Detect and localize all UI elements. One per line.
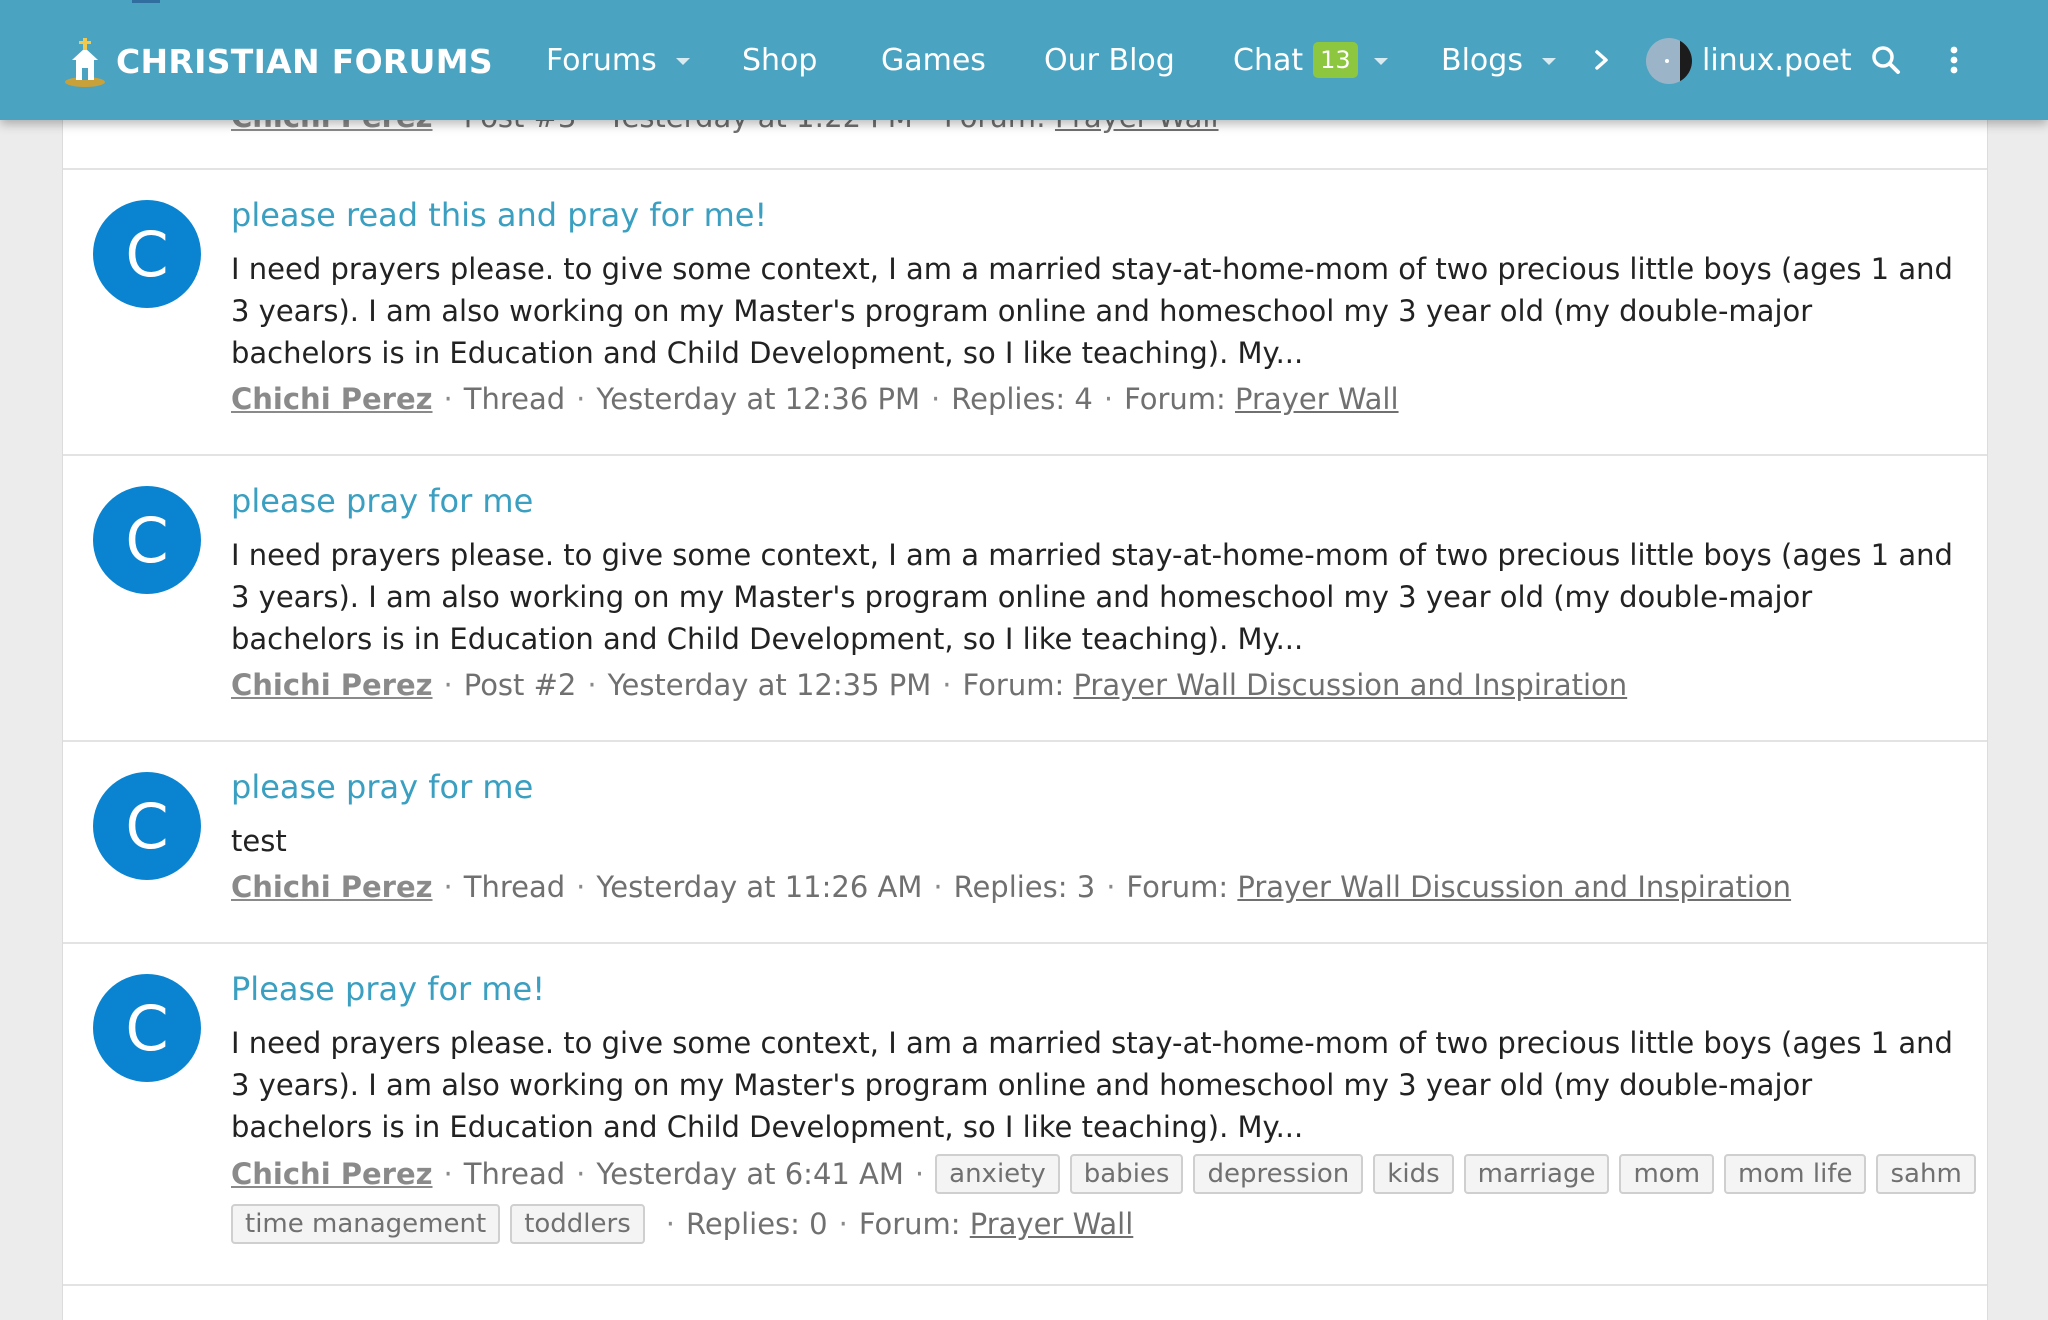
result-replies: Replies: 3 — [953, 870, 1096, 904]
meta-separator: · — [443, 382, 453, 416]
tag-babies[interactable]: babies — [1069, 1154, 1184, 1194]
forum-label: Forum: — [962, 668, 1065, 702]
author-avatar[interactable]: C — [93, 200, 201, 308]
result-time: Yesterday at 11:26 AM — [596, 870, 923, 904]
author-avatar[interactable]: C — [93, 772, 201, 880]
meta-separator: · — [942, 668, 952, 702]
forum-label: Forum: — [858, 1207, 961, 1241]
meta-separator: · — [443, 870, 453, 904]
result-time: Yesterday at 6:41 AM — [596, 1157, 904, 1191]
result-forum-link[interactable]: Prayer Wall Discussion and Inspiration — [1237, 870, 1791, 904]
forum-label: Forum: — [1126, 870, 1229, 904]
nav-chat-label: Chat — [1233, 42, 1304, 78]
church-logo-icon — [65, 38, 105, 87]
forum-label: Forum: — [1124, 382, 1226, 416]
forums-dropdown-icon[interactable] — [676, 58, 690, 65]
meta-separator: · — [576, 870, 586, 904]
more-vertical-icon[interactable] — [1934, 40, 1974, 80]
result-type: Thread — [463, 382, 566, 416]
result-time: Yesterday at 12:36 PM — [596, 382, 921, 416]
meta-separator: · — [931, 382, 941, 416]
result-item: C Please pray for me! I need prayers ple… — [63, 944, 1987, 1286]
result-forum-link[interactable]: Prayer Wall — [1235, 382, 1399, 416]
header-accent-line — [132, 0, 160, 3]
search-icon[interactable] — [1866, 40, 1906, 80]
result-snippet: I need prayers please. to give some cont… — [231, 538, 1953, 656]
meta-separator: · — [1103, 382, 1114, 416]
tag-kids[interactable]: kids — [1373, 1154, 1454, 1194]
result-type: Post #2 — [463, 668, 577, 702]
result-item: C please pray for me I need prayers plea… — [63, 456, 1987, 742]
chevron-right-icon[interactable] — [1582, 40, 1622, 80]
result-type: Thread — [463, 1157, 566, 1191]
meta-separator: · — [933, 870, 943, 904]
tag-toddlers[interactable]: toddlers — [510, 1204, 645, 1244]
blogs-dropdown-icon[interactable] — [1542, 58, 1556, 65]
result-title-link[interactable]: please read this and pray for me! — [231, 196, 767, 234]
meta-separator: · — [914, 1157, 925, 1191]
result-author[interactable]: Chichi Perez — [231, 382, 433, 416]
meta-separator: · — [587, 668, 597, 702]
author-avatar[interactable]: C — [93, 974, 201, 1082]
nav-shop[interactable]: Shop — [742, 0, 817, 120]
result-replies: Replies: 0 — [685, 1207, 828, 1241]
meta-separator: · — [576, 382, 586, 416]
result-snippet: test — [231, 824, 287, 858]
chat-count-badge: 13 — [1313, 42, 1358, 78]
result-author[interactable]: Chichi Perez — [231, 870, 433, 904]
result-meta-continued: time management toddlers · Replies: 0 · … — [231, 1204, 1133, 1244]
tag-mom[interactable]: mom — [1619, 1154, 1715, 1194]
tag-anxiety[interactable]: anxiety — [935, 1154, 1060, 1194]
top-navigation-bar: CHRISTIAN FORUMS Forums Shop Games Our B… — [0, 0, 2048, 120]
avatar-shade — [1680, 38, 1692, 84]
tag-sahm[interactable]: sahm — [1876, 1154, 1976, 1194]
meta-separator: · — [443, 1157, 453, 1191]
author-avatar[interactable]: C — [93, 486, 201, 594]
result-forum-link[interactable]: Prayer Wall — [970, 1207, 1134, 1241]
result-title-link[interactable]: Please pray for me! — [231, 970, 545, 1008]
user-menu-username[interactable]: linux.poet — [1702, 0, 1852, 120]
result-item: C please read this and pray for me! I ne… — [63, 170, 1987, 456]
result-author[interactable]: Chichi Perez — [231, 1157, 433, 1191]
nav-forums[interactable]: Forums — [546, 0, 657, 120]
site-name: CHRISTIAN FORUMS — [116, 41, 493, 81]
tag-marriage[interactable]: marriage — [1463, 1154, 1610, 1194]
result-meta: Chichi Perez · Thread · Yesterday at 12:… — [231, 382, 1399, 416]
result-snippet: I need prayers please. to give some cont… — [231, 1026, 1953, 1144]
meta-separator: · — [665, 1207, 675, 1241]
nav-games[interactable]: Games — [881, 0, 986, 120]
result-meta: Chichi Perez · Thread · Yesterday at 11:… — [231, 870, 1791, 904]
tag-time-management[interactable]: time management — [231, 1204, 501, 1244]
nav-chat[interactable]: Chat 13 — [1233, 0, 1358, 120]
result-meta: Chichi Perez · Post #2 · Yesterday at 12… — [231, 668, 1627, 702]
search-results-list: Chichi Perez · Post #3 · Yesterday at 1:… — [62, 80, 1988, 1320]
result-meta: Chichi Perez · Thread · Yesterday at 6:4… — [231, 1154, 1986, 1194]
result-item: C please pray for me test Chichi Perez ·… — [63, 742, 1987, 944]
avatar-dot — [1665, 59, 1669, 63]
result-author[interactable]: Chichi Perez — [231, 668, 433, 702]
site-logo[interactable]: CHRISTIAN FORUMS — [62, 34, 493, 88]
nav-blogs[interactable]: Blogs — [1441, 0, 1523, 120]
result-type: Thread — [463, 870, 566, 904]
result-title-link[interactable]: please pray for me — [231, 768, 533, 806]
tag-depression[interactable]: depression — [1193, 1154, 1364, 1194]
meta-separator: · — [576, 1157, 586, 1191]
result-title-link[interactable]: please pray for me — [231, 482, 533, 520]
result-forum-link[interactable]: Prayer Wall Discussion and Inspiration — [1073, 668, 1627, 702]
user-avatar[interactable] — [1646, 38, 1692, 84]
nav-our-blog[interactable]: Our Blog — [1044, 0, 1175, 120]
meta-separator: · — [1106, 870, 1116, 904]
meta-separator: · — [838, 1207, 848, 1241]
result-snippet: I need prayers please. to give some cont… — [231, 252, 1953, 370]
chat-dropdown-icon[interactable] — [1374, 58, 1388, 65]
result-time: Yesterday at 12:35 PM — [607, 668, 932, 702]
result-replies: Replies: 4 — [951, 382, 1093, 416]
meta-separator: · — [443, 668, 453, 702]
tag-mom-life[interactable]: mom life — [1724, 1154, 1867, 1194]
